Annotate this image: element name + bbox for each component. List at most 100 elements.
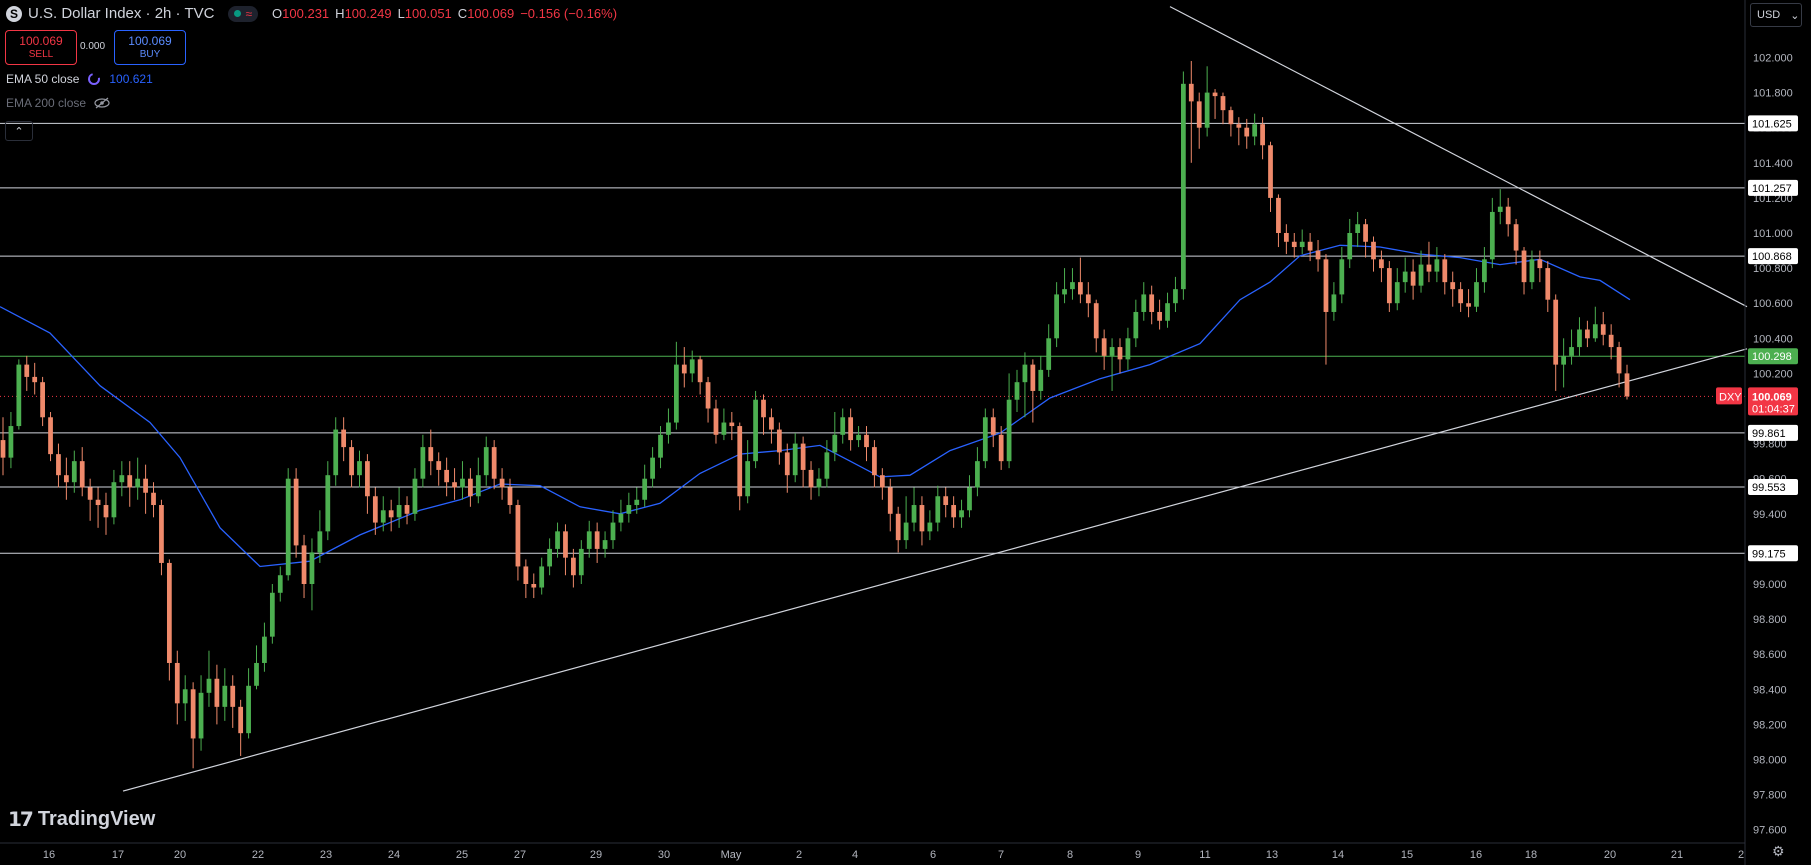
candle-body	[578, 548, 584, 576]
symbol-title[interactable]: U.S. Dollar Index · 2h · TVC	[28, 5, 214, 22]
candle-body	[428, 447, 434, 462]
candle-body	[507, 487, 513, 506]
candle-body	[1545, 268, 1551, 300]
candle-body	[1157, 311, 1162, 321]
candle[interactable]	[16, 359, 22, 430]
price-chart[interactable]: 102.000101.800101.600101.400101.200101.0…	[0, 0, 1811, 865]
y-tick-label: 101.000	[1753, 228, 1793, 240]
candle-body	[563, 531, 568, 558]
candle-body	[1450, 282, 1456, 290]
hidden-eye-icon[interactable]	[94, 97, 110, 109]
ohlc-value: 100.249	[344, 6, 392, 21]
candle-body	[1109, 347, 1115, 356]
x-tick-label: 15	[1401, 849, 1413, 861]
candle-body	[1608, 334, 1614, 348]
candle-body	[1228, 110, 1234, 125]
candle-body	[808, 469, 814, 488]
candle-body	[333, 429, 339, 476]
candle-body	[697, 359, 703, 383]
candle-body	[103, 505, 109, 518]
candle-body	[483, 447, 489, 476]
candle-body	[1466, 303, 1471, 307]
candle-body	[1085, 294, 1091, 304]
ema200-legend[interactable]: EMA 200 close	[6, 96, 110, 110]
candle-body	[127, 475, 133, 488]
x-tick-label: 20	[174, 849, 186, 861]
symbol-logo-icon[interactable]: S	[6, 5, 22, 22]
candle[interactable]	[753, 390, 758, 469]
candle-body	[1592, 324, 1598, 339]
x-tick-label: 11	[1199, 849, 1210, 861]
candle-body	[1141, 294, 1147, 312]
candle-body	[824, 452, 830, 479]
candle-body	[16, 364, 22, 427]
collapse-legend-button[interactable]: ⌃	[5, 121, 33, 141]
candle[interactable]	[293, 468, 299, 558]
candle-body	[1355, 224, 1361, 233]
candle-body	[468, 478, 473, 497]
y-tick-label: 101.800	[1753, 88, 1793, 100]
candle-body	[761, 399, 766, 418]
candle-body	[1204, 92, 1210, 128]
candle-body	[745, 461, 751, 497]
candle-body	[111, 482, 117, 518]
candle-body	[8, 426, 14, 458]
buy-price: 100.069	[128, 33, 172, 48]
candle-body	[317, 531, 323, 553]
candle-body	[420, 447, 426, 479]
candle-body	[1347, 233, 1353, 260]
x-tick-label: May	[721, 849, 742, 861]
candle-body	[365, 461, 370, 497]
candle-body	[452, 482, 457, 488]
candle-body	[832, 434, 838, 453]
currency-selector[interactable]: USD ⌄	[1750, 3, 1802, 27]
sell-button[interactable]: 100.069 SELL	[5, 30, 77, 65]
y-tick-label: 99.400	[1753, 509, 1787, 521]
x-tick-label: 8	[1067, 849, 1073, 861]
candle-body	[262, 636, 267, 663]
loading-icon	[88, 73, 101, 85]
candle[interactable]	[48, 412, 53, 462]
ohlc-key: C	[457, 6, 468, 21]
x-tick-label: 23	[320, 849, 332, 861]
x-tick-label: 29	[590, 849, 602, 861]
y-tick-label: 100.800	[1753, 263, 1793, 275]
x-tick-label: 2	[796, 849, 802, 861]
candle-body	[1379, 259, 1384, 269]
candle-body	[959, 510, 964, 518]
candle-body	[650, 457, 655, 479]
x-tick-label: 30	[658, 849, 670, 861]
tradingview-logo[interactable]: 𝟭𝟳 TradingView	[8, 807, 155, 832]
level-price-label: 99.861	[1752, 428, 1786, 440]
candle-body	[673, 364, 679, 423]
market-status[interactable]: ≈	[228, 5, 259, 22]
candle-body	[776, 429, 782, 453]
y-tick-label: 98.400	[1753, 684, 1787, 696]
ohlc-key: O	[272, 6, 283, 21]
buy-button[interactable]: 100.069 BUY	[114, 30, 186, 65]
candle-body	[658, 434, 663, 458]
candle-body	[1188, 83, 1194, 102]
candle-body	[1117, 347, 1123, 360]
candle[interactable]	[269, 584, 275, 644]
candle-body	[491, 447, 497, 479]
ohlc-values: O100.231 H100.249 L100.051 C100.069 −0.156 (…	[272, 6, 623, 21]
candle-body	[1212, 92, 1218, 97]
settings-gear-icon[interactable]: ⚙	[1772, 843, 1785, 860]
candle[interactable]	[166, 559, 172, 681]
candle-body	[872, 447, 877, 476]
candle-body	[998, 434, 1004, 462]
x-tick-label: 27	[514, 849, 526, 861]
candle-body	[1070, 282, 1075, 290]
ema50-legend[interactable]: EMA 50 close 100.621	[6, 72, 153, 86]
candle-body	[1125, 338, 1131, 360]
candle[interactable]	[1180, 71, 1186, 300]
candle-body	[547, 548, 552, 567]
candle-body	[1577, 329, 1582, 348]
candle-body	[943, 496, 949, 506]
candle[interactable]	[285, 468, 291, 581]
ohlc-key: L	[397, 6, 405, 21]
data-wave-icon: ≈	[245, 6, 253, 21]
candle-body	[1339, 259, 1345, 295]
candle[interactable]	[982, 408, 988, 469]
